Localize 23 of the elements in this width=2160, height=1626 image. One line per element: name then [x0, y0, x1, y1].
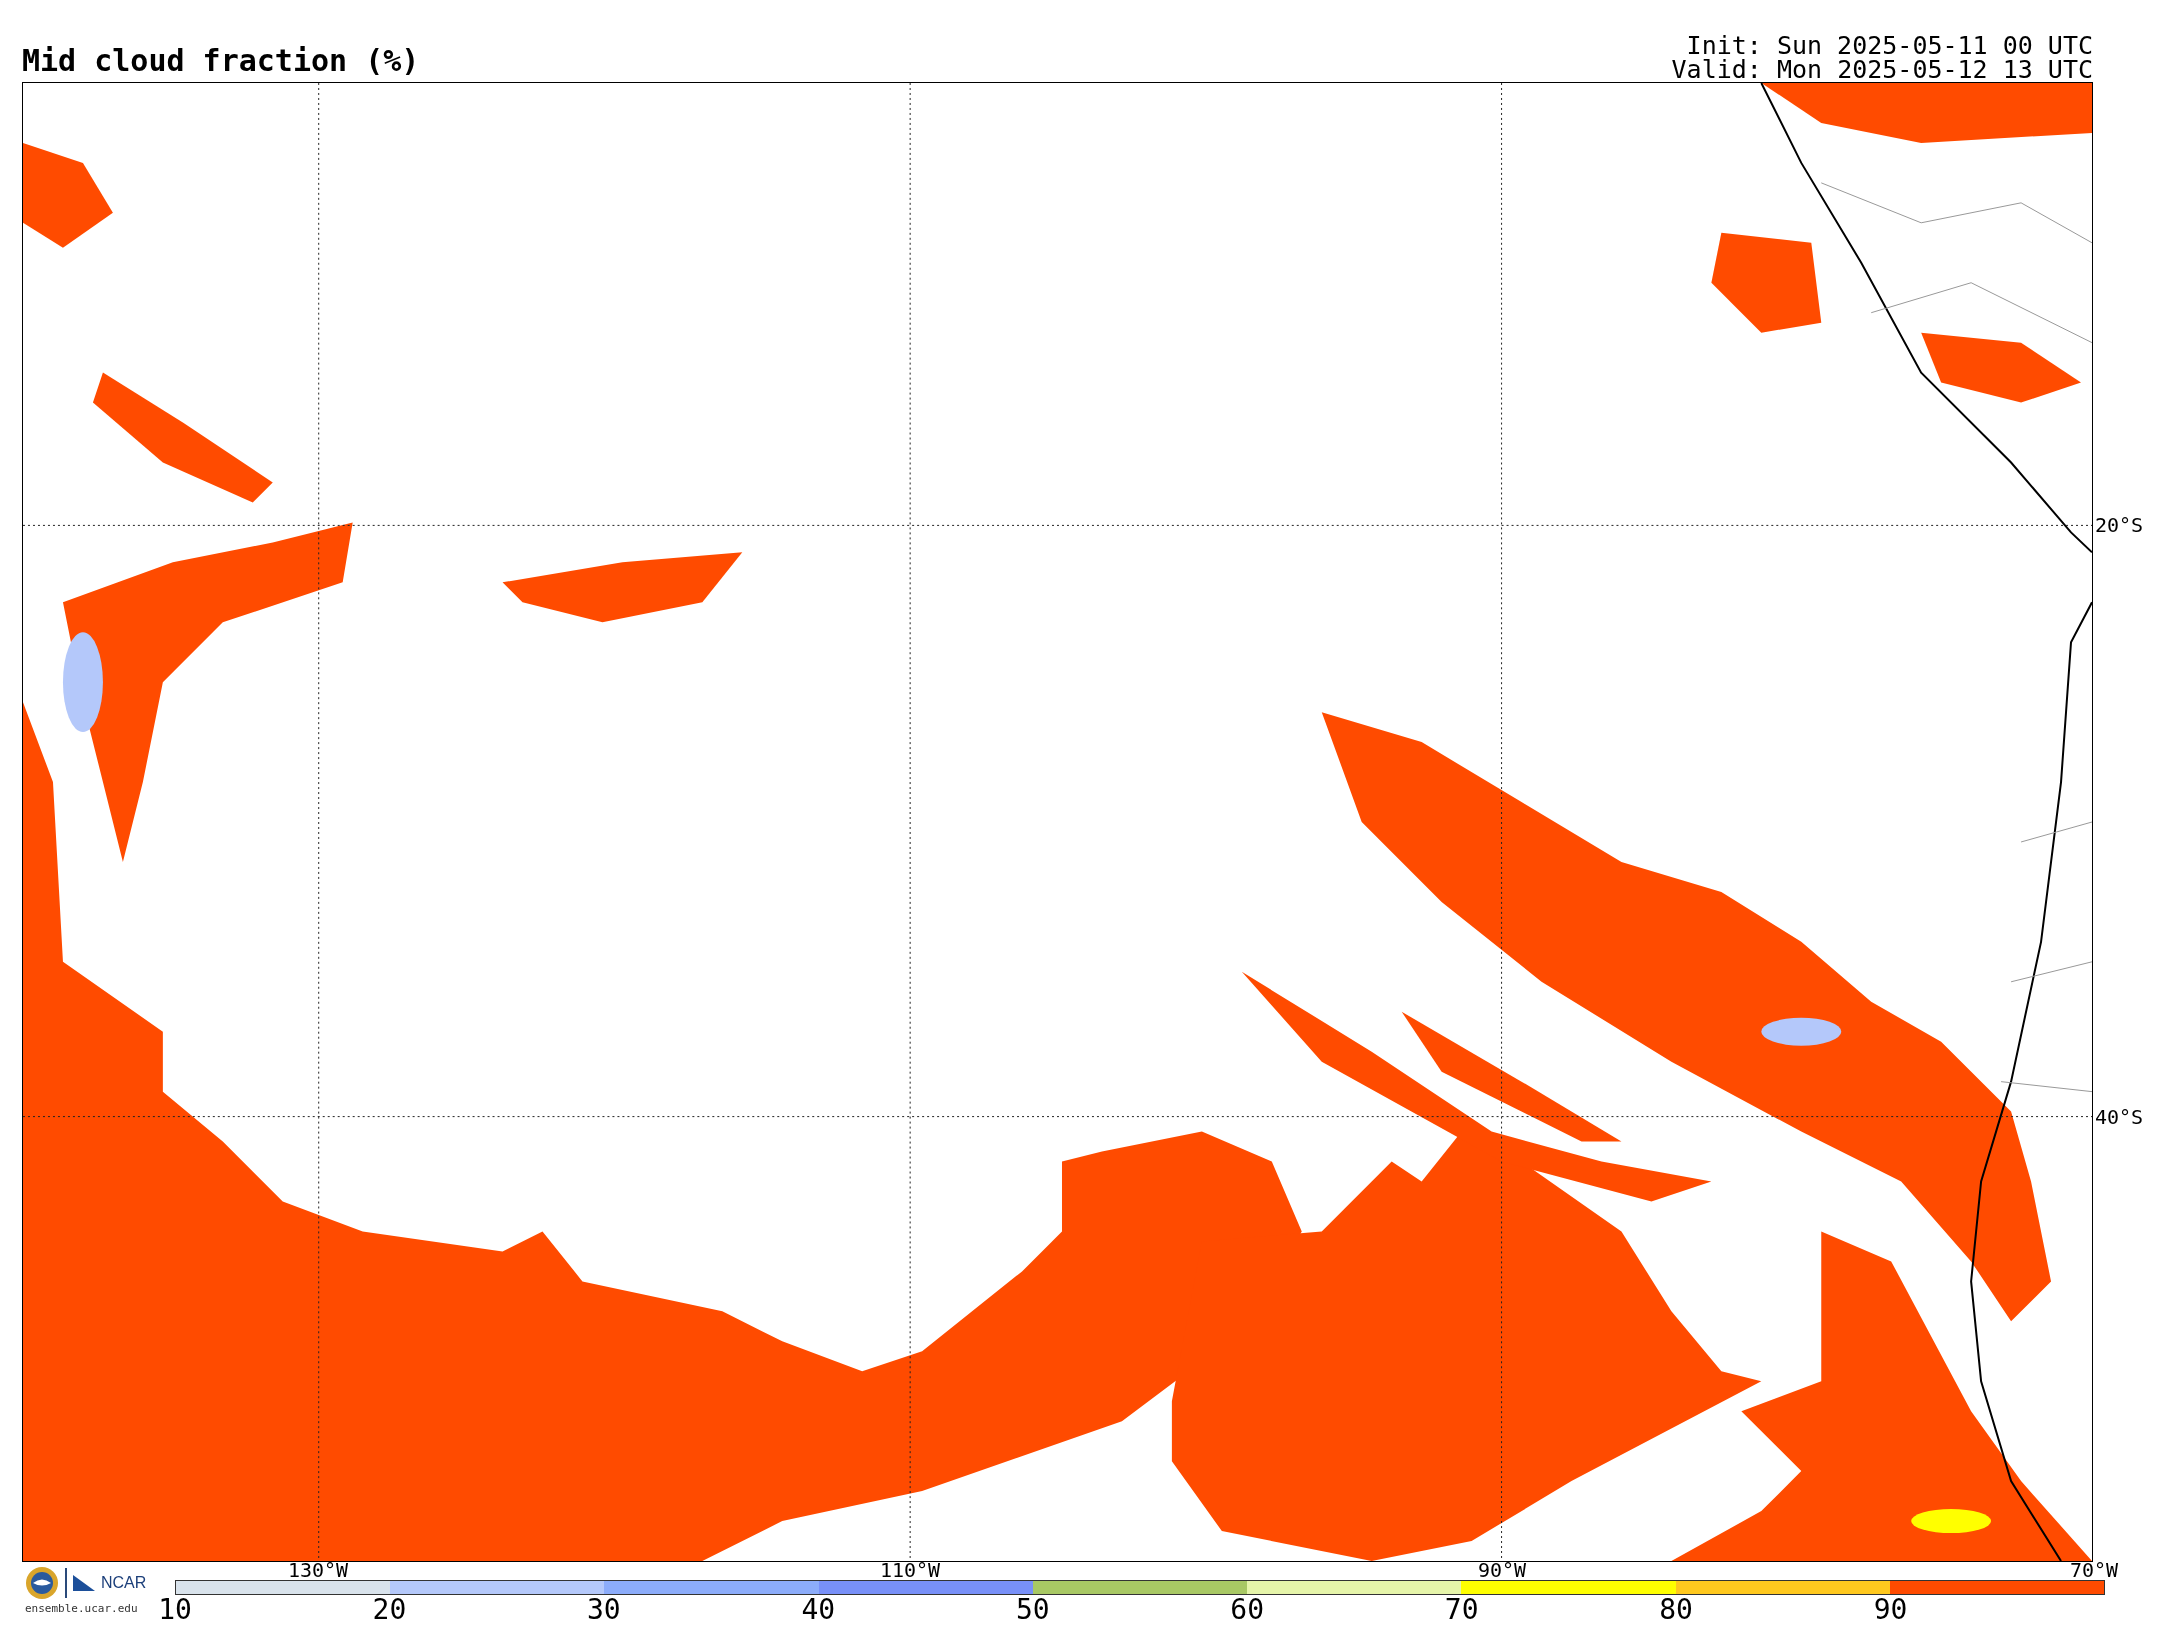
longitude-label: 110°W	[879, 1560, 941, 1580]
longitude-label: 70°W	[2069, 1560, 2119, 1580]
colorbar-tick-label: 30	[587, 1595, 621, 1625]
colorbar-tick-label: 80	[1659, 1595, 1693, 1625]
triangle-logo-icon	[73, 1575, 95, 1591]
chart-title: Mid cloud fraction (%)	[22, 43, 420, 80]
latitude-label: 40°S	[2095, 1105, 2144, 1129]
colorbar-tick-label: 40	[801, 1595, 836, 1625]
run-info-text: Init: Sun 2025-05-11 00 UTC	[1686, 34, 2093, 58]
website-text: ensemble.ucar.edu	[25, 1602, 138, 1615]
globe-emblem-icon	[25, 1566, 59, 1600]
colorbar-tick-label: 50	[1015, 1595, 1050, 1625]
logo-text: NCAR	[101, 1574, 147, 1592]
colorbar-tick-label: 10	[158, 1595, 192, 1625]
divider-icon	[65, 1568, 67, 1598]
colorbar-tick-label: 90	[1873, 1595, 1908, 1625]
latitude-label: 20°S	[2095, 513, 2144, 537]
colorbar-tick-label: 70	[1444, 1595, 1479, 1625]
colorbar-tick-label: 60	[1230, 1595, 1265, 1625]
run-info-text: Valid: Mon 2025-05-12 13 UTC	[1671, 58, 2093, 82]
colorbar-tick-label: 20	[372, 1595, 407, 1625]
longitude-label: 90°W	[1477, 1560, 1527, 1580]
longitude-label: 130°W	[287, 1560, 349, 1580]
